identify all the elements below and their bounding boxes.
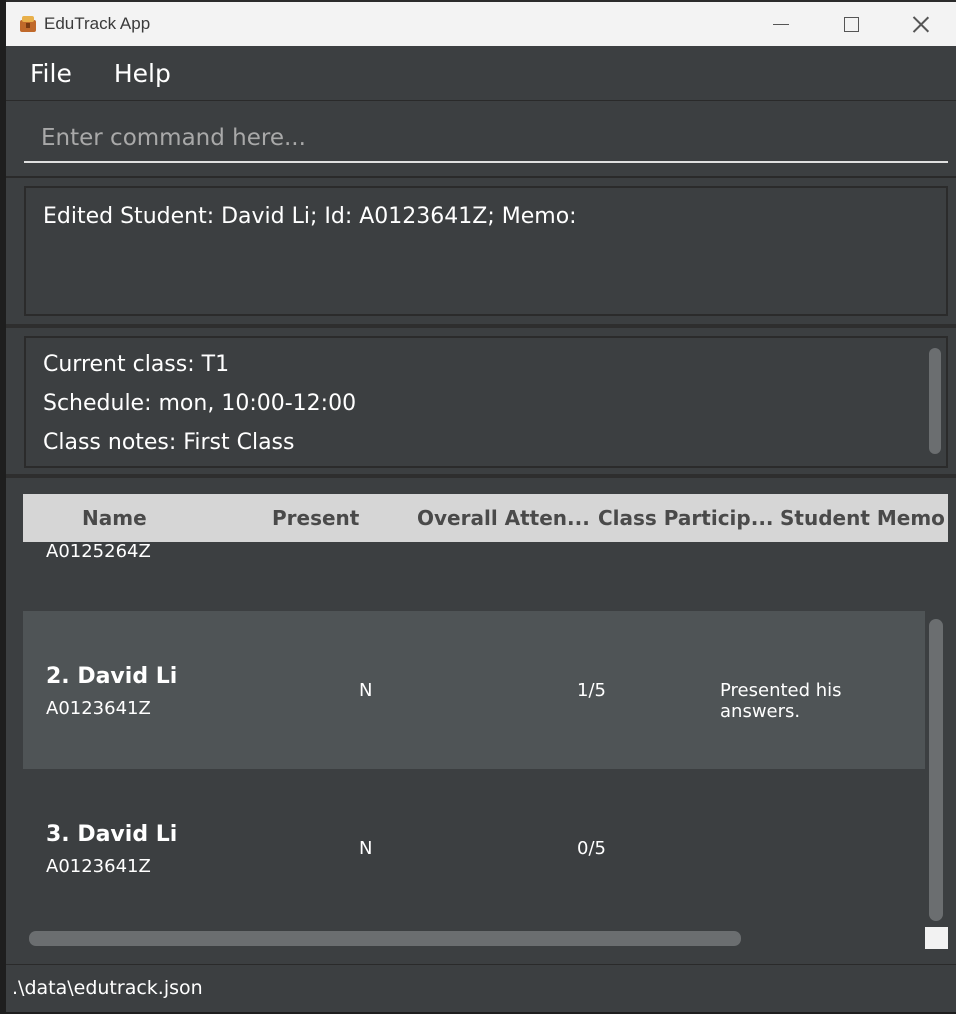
- schedule-text: Schedule: mon, 10:00-12:00: [43, 391, 357, 416]
- student-name: 2. David Li: [46, 664, 178, 689]
- app-icon: [18, 14, 38, 34]
- present-value: N: [359, 680, 373, 701]
- present-value: N: [359, 838, 373, 859]
- column-header-name[interactable]: Name: [82, 506, 147, 530]
- maximize-button[interactable]: [816, 2, 886, 46]
- menu-file[interactable]: File: [30, 59, 72, 88]
- result-display: Edited Student: David Li; Id: A0123641Z;…: [24, 186, 948, 316]
- command-box: [6, 101, 956, 178]
- class-panel-scrollbar[interactable]: [929, 348, 941, 454]
- participation-value: 0/5: [577, 838, 606, 859]
- class-info-panel: Current class: T1 Schedule: mon, 10:00-1…: [24, 336, 948, 468]
- menu-bar: File Help: [6, 46, 956, 101]
- vertical-scrollbar-thumb[interactable]: [929, 619, 943, 921]
- table-rows: A0125264Z 2. David Li A0123641Z N 1/5 Pr…: [23, 542, 925, 927]
- minimize-icon: [773, 23, 789, 25]
- window-controls: [746, 2, 956, 46]
- maximize-icon: [843, 16, 859, 32]
- window-title: EduTrack App: [44, 14, 151, 33]
- app-window: EduTrack App File Help Edited Student: D…: [6, 0, 956, 1012]
- minimize-button[interactable]: [746, 2, 816, 46]
- participation-value: 1/5: [577, 680, 606, 701]
- panel-divider[interactable]: [6, 474, 956, 478]
- command-input[interactable]: [24, 115, 948, 163]
- student-id: A0123641Z: [46, 698, 151, 719]
- memo-value: Presented his answers.: [720, 680, 842, 722]
- student-id: A0123641Z: [46, 856, 151, 877]
- table-row[interactable]: 2. David Li A0123641Z N 1/5 Presented hi…: [23, 611, 925, 769]
- class-notes-text: Class notes: First Class: [43, 430, 295, 455]
- status-bar: .\data\edutrack.json: [6, 964, 956, 1012]
- close-icon: [913, 16, 929, 32]
- column-header-student-memo[interactable]: Student Memo: [780, 506, 945, 530]
- horizontal-scrollbar-thumb[interactable]: [29, 931, 741, 946]
- current-class-text: Current class: T1: [43, 352, 230, 377]
- student-id: A0125264Z: [46, 542, 151, 562]
- table-row[interactable]: A0125264Z: [23, 542, 925, 611]
- column-header-class-participation[interactable]: Class Particip...: [598, 506, 774, 530]
- column-header-overall-attendance[interactable]: Overall Atten...: [417, 506, 590, 530]
- panel-divider[interactable]: [6, 324, 956, 328]
- scrollbar-corner: [925, 927, 948, 949]
- data-file-path: .\data\edutrack.json: [12, 977, 203, 999]
- student-name: 3. David Li: [46, 822, 178, 847]
- result-text: Edited Student: David Li; Id: A0123641Z;…: [43, 204, 577, 229]
- table-header: Name Present Overall Atten... Class Part…: [23, 494, 948, 542]
- close-button[interactable]: [886, 2, 956, 46]
- title-bar: EduTrack App: [6, 2, 956, 46]
- menu-help[interactable]: Help: [114, 59, 171, 88]
- student-table: Name Present Overall Atten... Class Part…: [23, 494, 948, 954]
- column-header-present[interactable]: Present: [272, 506, 359, 530]
- table-row[interactable]: 3. David Li A0123641Z N 0/5: [23, 769, 925, 927]
